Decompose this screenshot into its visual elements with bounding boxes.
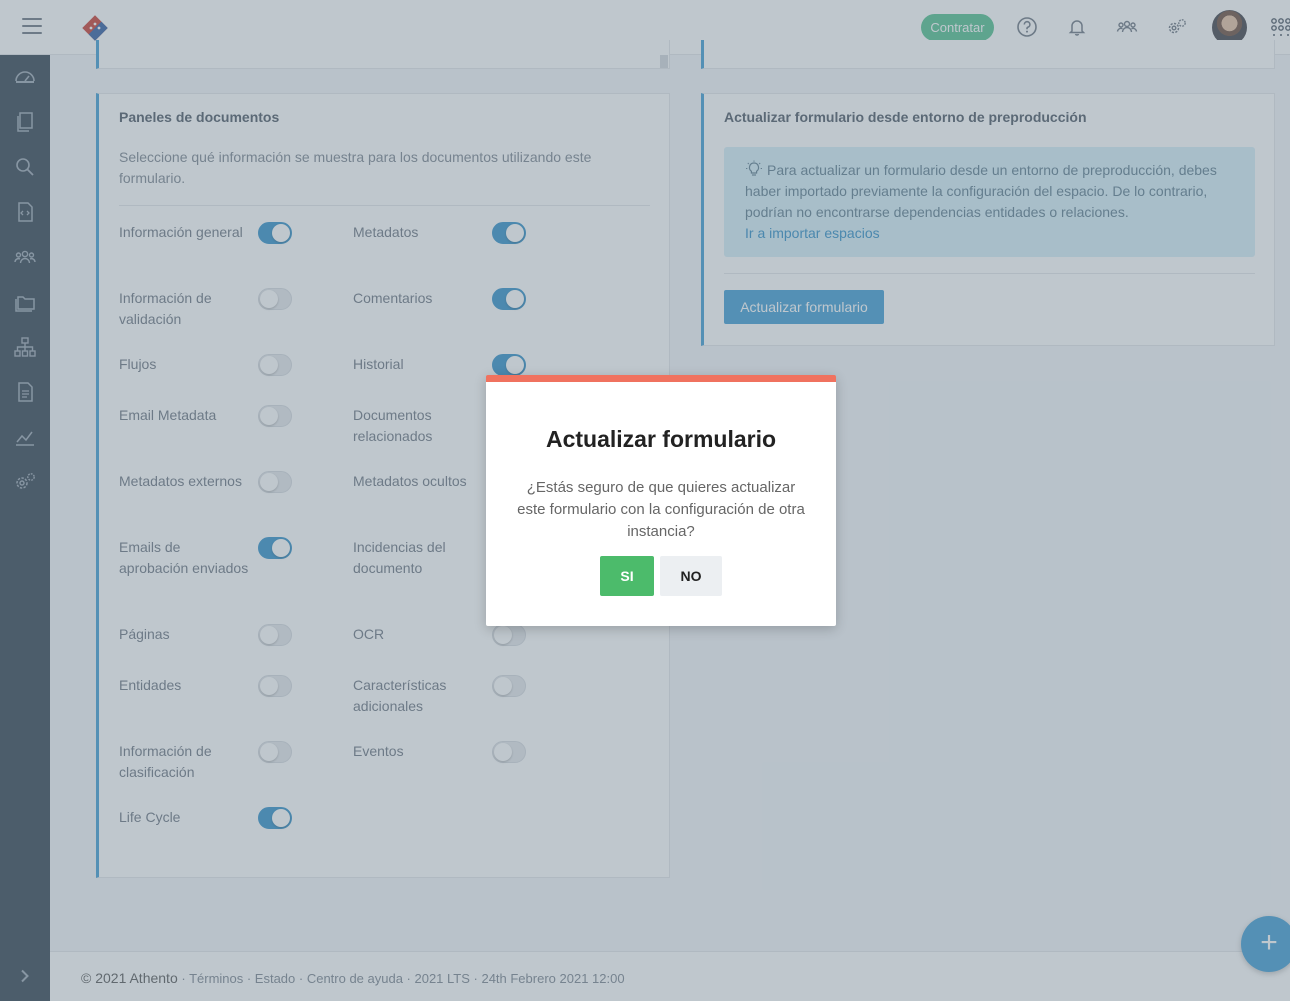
yes-button[interactable]: SI	[600, 556, 654, 596]
dialog-title: Actualizar formulario	[545, 426, 777, 452]
confirm-dialog: Actualizar formulario ¿Estás seguro de q…	[486, 375, 836, 626]
dialog-message: ¿Estás seguro de que quieres actualizar …	[517, 479, 805, 540]
no-button[interactable]: NO	[660, 556, 722, 596]
